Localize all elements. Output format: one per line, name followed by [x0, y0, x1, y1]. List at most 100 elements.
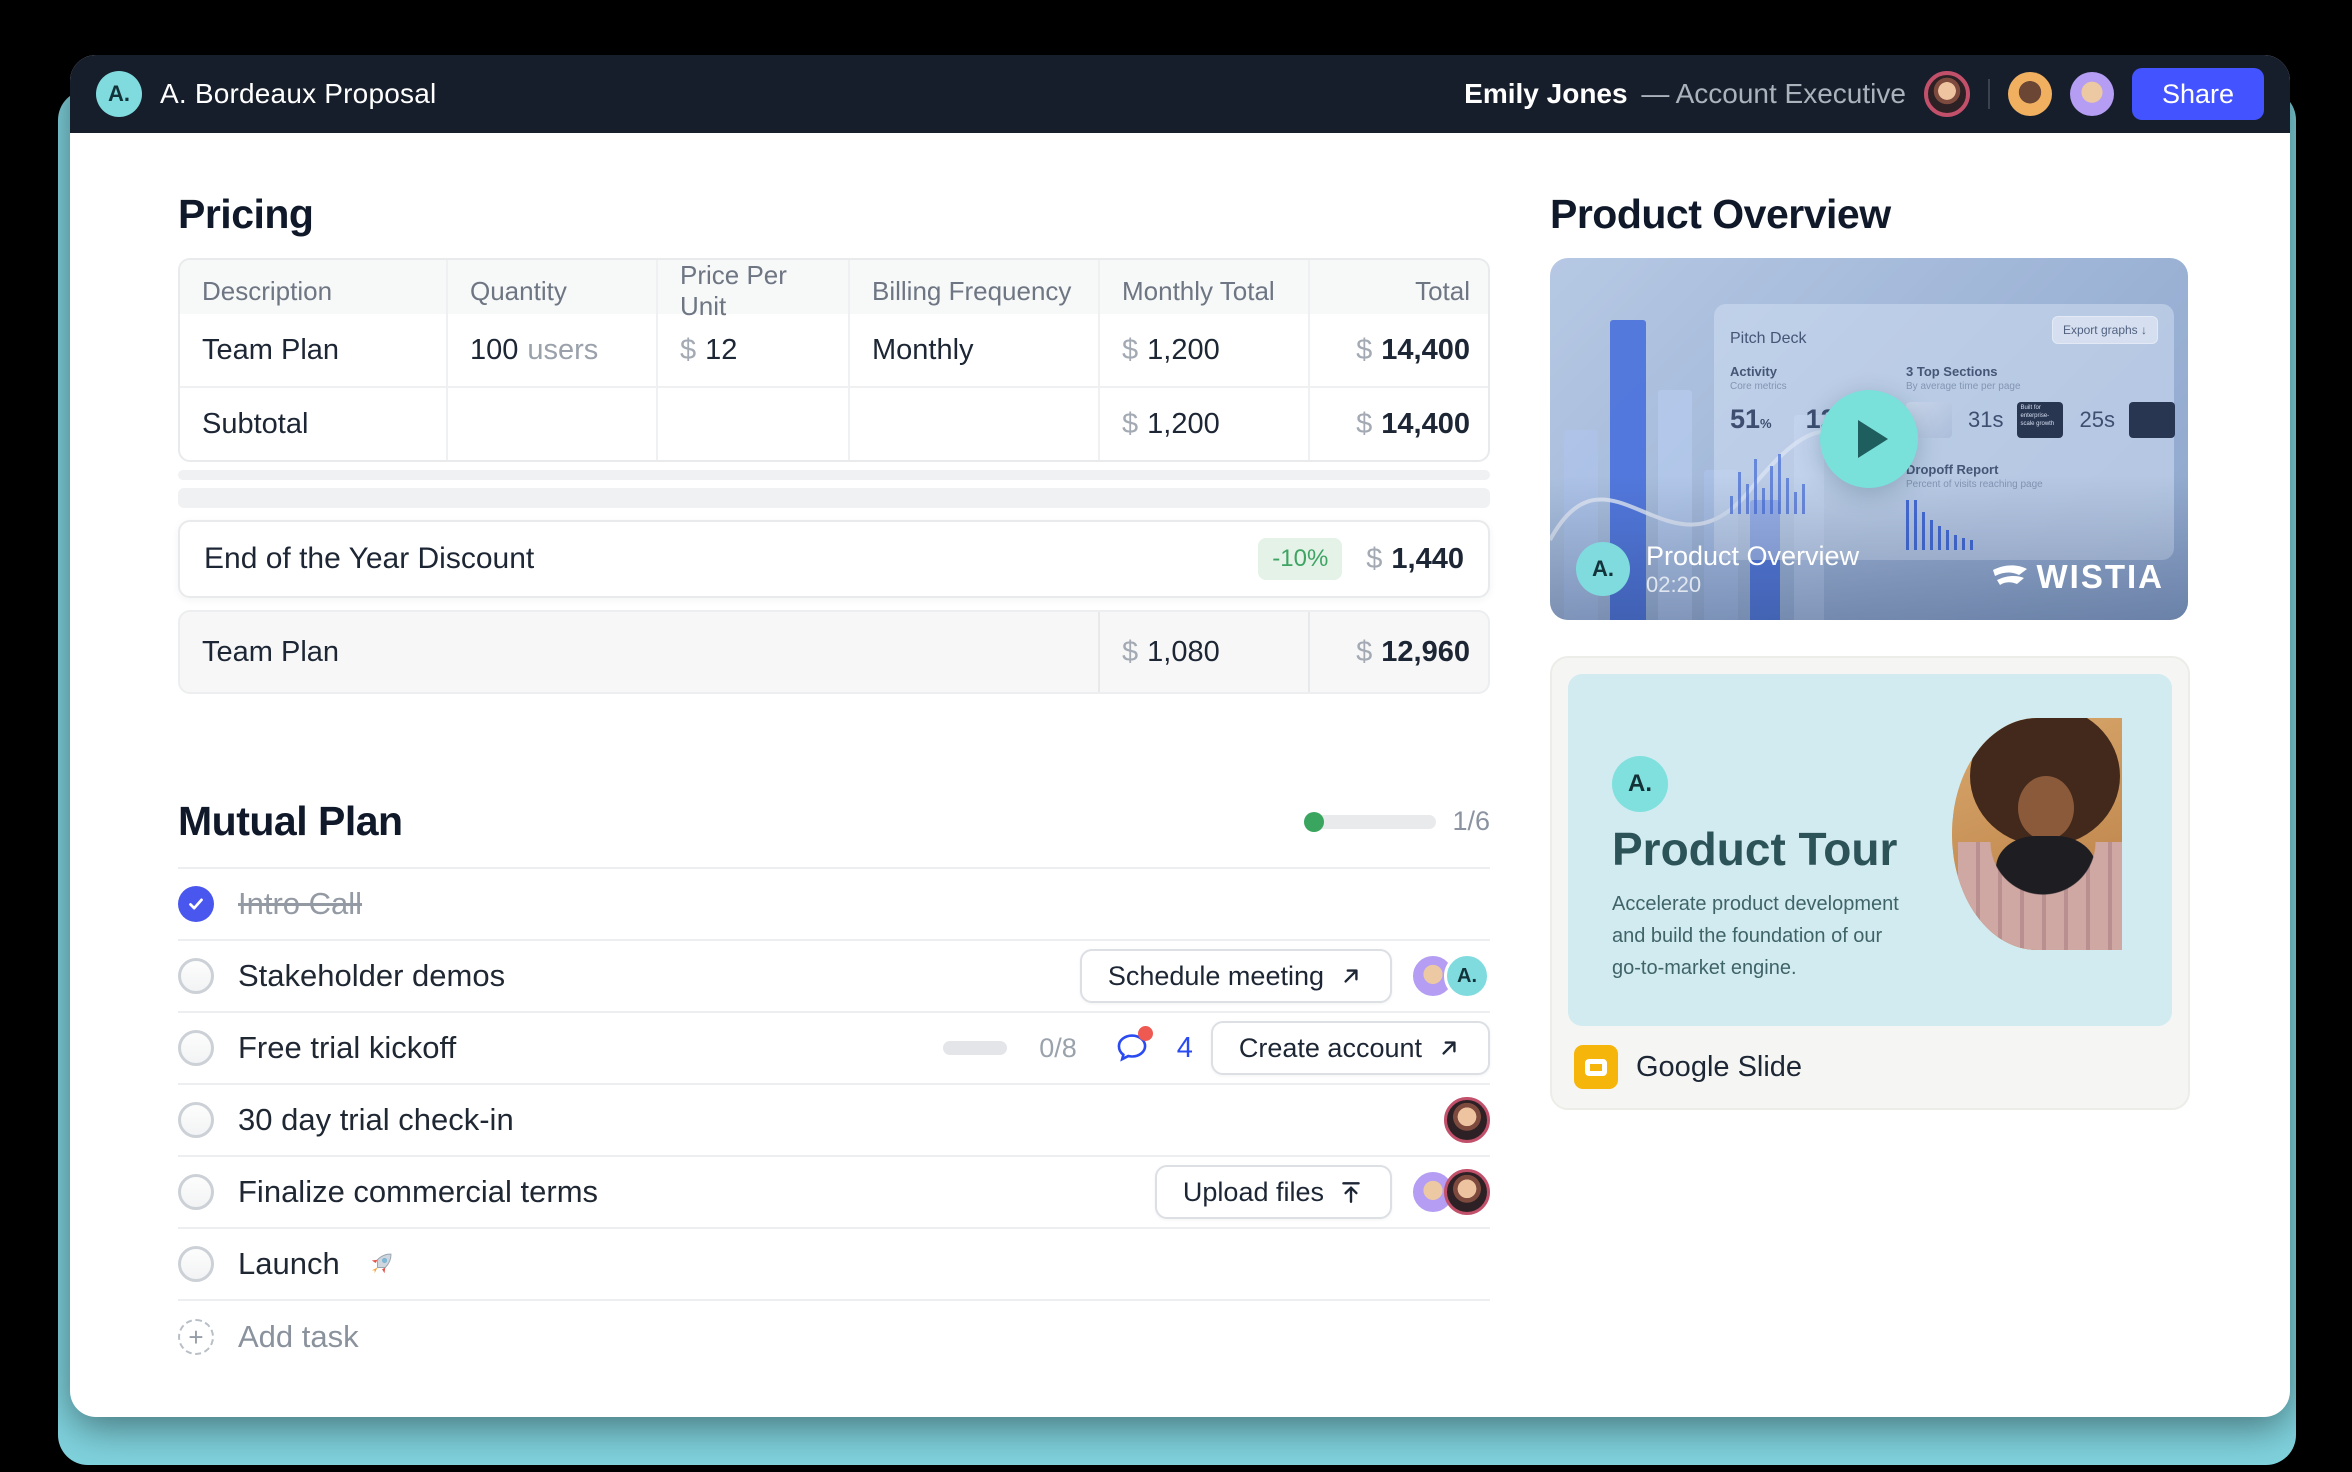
- add-task-label: Add task: [238, 1319, 359, 1355]
- top-bar: A. A. Bordeaux Proposal Emily Jones — Ac…: [70, 55, 2290, 133]
- cell-monthly-total: $ 1,200: [1098, 314, 1308, 386]
- currency-symbol: $: [680, 334, 696, 367]
- column-header-quantity: Quantity: [446, 260, 656, 322]
- currency-symbol: $: [1122, 334, 1138, 367]
- owner-label: Emily Jones — Account Executive: [1464, 78, 1906, 110]
- video-meta: A. Product Overview 02:20: [1576, 540, 1859, 598]
- comment-count: 4: [1177, 1032, 1193, 1065]
- top-bar-left: A. A. Bordeaux Proposal: [96, 71, 436, 117]
- total-value: 14,400: [1381, 334, 1470, 367]
- play-icon: [1858, 420, 1888, 458]
- task-right: [1444, 1097, 1490, 1143]
- plus-icon[interactable]: +: [178, 1319, 214, 1355]
- product-overview-heading: Product Overview: [1550, 191, 2190, 238]
- checkbox-checked[interactable]: [178, 886, 214, 922]
- progress-bar: [1306, 815, 1436, 829]
- cell-description: Team Plan: [180, 314, 446, 386]
- page-background: A. A. Bordeaux Proposal Emily Jones — Ac…: [0, 0, 2352, 1472]
- cell-empty: [446, 388, 656, 460]
- task-label: Free trial kickoff: [238, 1030, 456, 1066]
- document-title: A. Bordeaux Proposal: [160, 78, 436, 110]
- tour-photo: [1952, 718, 2122, 950]
- sidebar-content: Product Overview Pitch Deck Export: [1550, 133, 2190, 1110]
- assignee-avatar[interactable]: [1444, 1169, 1490, 1215]
- task-right: Schedule meeting A.: [1080, 949, 1490, 1003]
- task-row-free-trial-kickoff: Free trial kickoff 0/8 4 C: [178, 1013, 1490, 1085]
- subtotal-monthly-value: 1,200: [1147, 408, 1220, 441]
- viewer-avatar-2[interactable]: [2070, 72, 2114, 116]
- owner-role: — Account Executive: [1641, 78, 1906, 109]
- currency-symbol: $: [1356, 636, 1372, 669]
- checkbox-unchecked[interactable]: [178, 958, 214, 994]
- unread-dot: [1138, 1026, 1153, 1041]
- task-left: + Add task: [178, 1319, 359, 1355]
- comments-indicator[interactable]: [1115, 1031, 1149, 1065]
- arrow-up-right-icon: [1436, 1035, 1462, 1061]
- owner-avatar[interactable]: [1924, 71, 1970, 117]
- checkbox-unchecked[interactable]: [178, 1174, 214, 1210]
- google-slides-icon: [1574, 1045, 1618, 1089]
- task-left: Stakeholder demos: [178, 958, 505, 994]
- discount-percent-badge: -10%: [1258, 538, 1342, 580]
- button-label: Schedule meeting: [1108, 961, 1324, 992]
- task-label: 30 day trial check-in: [238, 1102, 514, 1138]
- task-row-stakeholder-demos: Stakeholder demos Schedule meeting A.: [178, 941, 1490, 1013]
- proposal-logo-avatar: A.: [96, 71, 142, 117]
- task-list: Intro Call Stakeholder demos Schedule me…: [178, 867, 1490, 1373]
- add-task-row[interactable]: + Add task: [178, 1301, 1490, 1373]
- quantity-unit: users: [527, 334, 598, 367]
- checkbox-unchecked[interactable]: [178, 1102, 214, 1138]
- cell-total: $ 14,400: [1308, 314, 1490, 386]
- pricing-heading: Pricing: [178, 191, 1490, 238]
- task-right: 0/8 4 Create account: [943, 1021, 1490, 1075]
- mutual-plan-heading: Mutual Plan: [178, 798, 403, 845]
- task-left: 30 day trial check-in: [178, 1102, 514, 1138]
- currency-symbol: $: [1122, 408, 1138, 441]
- task-row-launch: Launch: [178, 1229, 1490, 1301]
- subtask-progress-pill: [943, 1041, 1007, 1055]
- assignee-avatar-initial[interactable]: A.: [1444, 953, 1490, 999]
- video-avatar-initial: A.: [1592, 556, 1614, 582]
- cell-subtotal-monthly: $ 1,200: [1098, 388, 1308, 460]
- upload-files-button[interactable]: Upload files: [1155, 1165, 1392, 1219]
- task-right: Upload files: [1155, 1165, 1490, 1219]
- discount-amount-value: 1,440: [1391, 543, 1464, 575]
- task-label: Stakeholder demos: [238, 958, 505, 994]
- checkbox-unchecked[interactable]: [178, 1030, 214, 1066]
- mutual-plan-header: Mutual Plan 1/6: [178, 798, 1490, 845]
- table-row-team-plan: Team Plan 100 users $ 12 Monthly $ 1,200: [180, 314, 1488, 386]
- schedule-meeting-button[interactable]: Schedule meeting: [1080, 949, 1392, 1003]
- product-tour-card[interactable]: A. Product Tour Accelerate product devel…: [1550, 656, 2190, 1110]
- top-bar-right: Emily Jones — Account Executive Share: [1464, 68, 2264, 120]
- product-overview-video[interactable]: Pitch Deck Export graphs ↓ Activity Core…: [1550, 258, 2188, 620]
- top-bar-divider: [1988, 79, 1990, 109]
- column-header-billing-frequency: Billing Frequency: [848, 260, 1098, 322]
- proposal-logo-initial: A.: [108, 81, 130, 107]
- product-tour-slide: A. Product Tour Accelerate product devel…: [1568, 674, 2172, 1026]
- tour-avatar-initial: A.: [1628, 770, 1652, 798]
- check-icon: [185, 893, 207, 915]
- share-button[interactable]: Share: [2132, 68, 2264, 120]
- viewer-avatar-1[interactable]: [2008, 72, 2052, 116]
- currency-symbol: $: [1356, 334, 1372, 367]
- tour-source-label: Google Slide: [1636, 1051, 1802, 1084]
- cell-subtotal-total: $ 14,400: [1308, 388, 1490, 460]
- cell-billing-frequency[interactable]: Monthly: [848, 314, 1098, 386]
- assignee-avatars: A.: [1410, 953, 1490, 999]
- final-row-label: Team Plan: [180, 612, 1098, 692]
- mutual-plan-progress: 1/6: [1306, 806, 1490, 837]
- discount-row: End of the Year Discount -10% $1,440: [178, 520, 1490, 598]
- task-label: Finalize commercial terms: [238, 1174, 598, 1210]
- cell-price-per-unit[interactable]: $ 12: [656, 314, 848, 386]
- assignee-avatar[interactable]: [1444, 1097, 1490, 1143]
- currency-symbol: $: [1122, 636, 1138, 669]
- currency-symbol: $: [1366, 543, 1382, 575]
- play-button[interactable]: [1820, 390, 1918, 488]
- checkbox-unchecked[interactable]: [178, 1246, 214, 1282]
- monthly-total-value: 1,200: [1147, 334, 1220, 367]
- wistia-logo: WISTIA: [1991, 558, 2164, 596]
- create-account-button[interactable]: Create account: [1211, 1021, 1490, 1075]
- cell-quantity[interactable]: 100 users: [446, 314, 656, 386]
- cell-subtotal-label: Subtotal: [180, 388, 446, 460]
- wistia-wordmark: WISTIA: [2037, 558, 2164, 596]
